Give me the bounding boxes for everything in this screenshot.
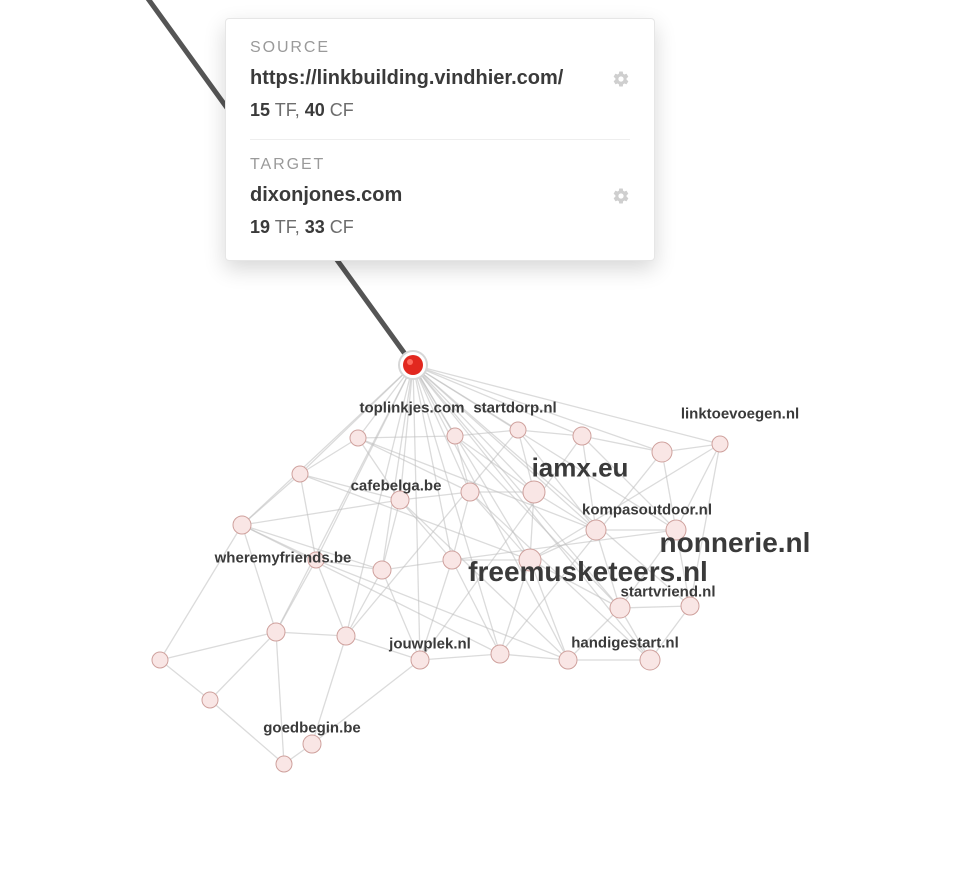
- graph-node[interactable]: [573, 427, 591, 445]
- graph-node[interactable]: [337, 627, 355, 645]
- graph-node[interactable]: [519, 549, 541, 571]
- graph-node[interactable]: [523, 481, 545, 503]
- edge-group: [160, 365, 720, 764]
- origin-node-highlight: [407, 359, 413, 365]
- source-url: https://linkbuilding.vindhier.com/: [250, 67, 563, 90]
- graph-node[interactable]: [652, 442, 672, 462]
- graph-node[interactable]: [510, 422, 526, 438]
- target-url: dixonjones.com: [250, 184, 402, 207]
- graph-node[interactable]: [491, 645, 509, 663]
- graph-node[interactable]: [712, 436, 728, 452]
- graph-node[interactable]: [443, 551, 461, 569]
- graph-node[interactable]: [681, 597, 699, 615]
- graph-node[interactable]: [303, 735, 321, 753]
- graph-stage: toplinkjes.com startdorp.nl linktoevoege…: [0, 0, 972, 869]
- graph-node[interactable]: [152, 652, 168, 668]
- graph-node[interactable]: [461, 483, 479, 501]
- graph-node[interactable]: [350, 430, 366, 446]
- graph-node[interactable]: [267, 623, 285, 641]
- gear-icon[interactable]: [612, 187, 630, 205]
- graph-node[interactable]: [586, 520, 606, 540]
- graph-node[interactable]: [391, 491, 409, 509]
- graph-node[interactable]: [292, 466, 308, 482]
- graph-node[interactable]: [447, 428, 463, 444]
- graph-node[interactable]: [610, 598, 630, 618]
- graph-node[interactable]: [202, 692, 218, 708]
- link-details-tooltip: SOURCE https://linkbuilding.vindhier.com…: [225, 18, 655, 261]
- graph-node[interactable]: [373, 561, 391, 579]
- graph-node[interactable]: [666, 520, 686, 540]
- graph-node[interactable]: [308, 552, 324, 568]
- gear-icon[interactable]: [612, 70, 630, 88]
- graph-node[interactable]: [411, 651, 429, 669]
- origin-node[interactable]: [403, 355, 423, 375]
- source-metrics: 15 TF, 40 CF: [250, 100, 630, 121]
- graph-node[interactable]: [640, 650, 660, 670]
- graph-node[interactable]: [276, 756, 292, 772]
- source-heading: SOURCE: [250, 39, 630, 57]
- graph-node[interactable]: [233, 516, 251, 534]
- target-metrics: 19 TF, 33 CF: [250, 217, 630, 238]
- graph-node[interactable]: [559, 651, 577, 669]
- tooltip-divider: [250, 139, 630, 140]
- target-heading: TARGET: [250, 156, 630, 174]
